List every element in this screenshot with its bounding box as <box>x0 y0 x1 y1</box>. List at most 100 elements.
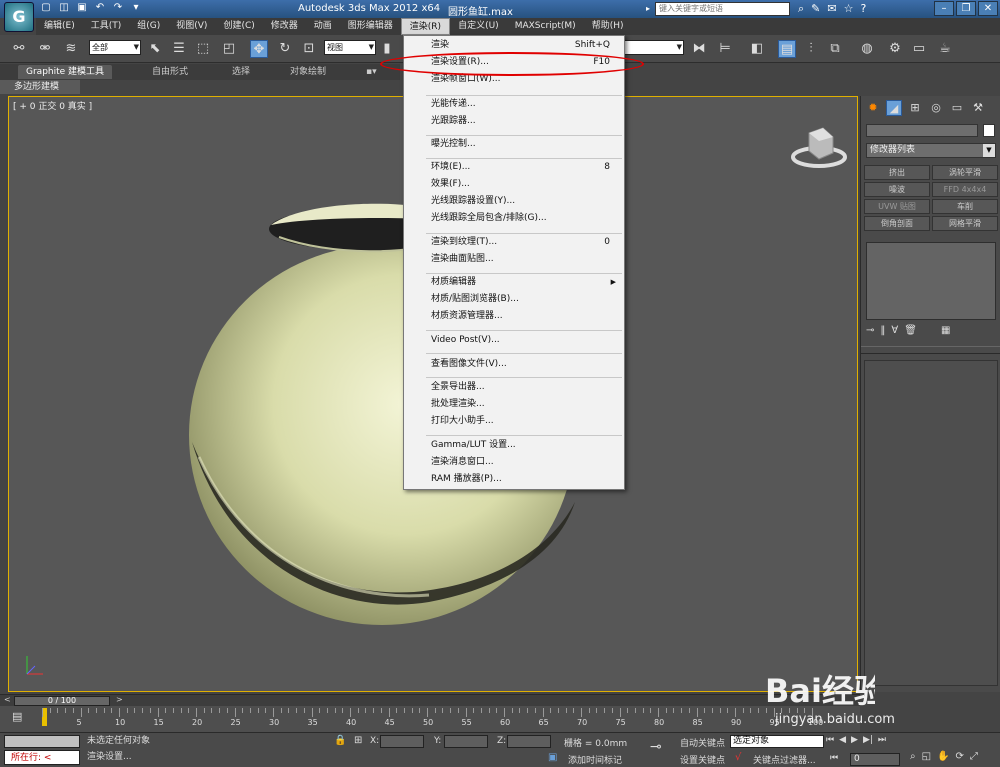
turbosmooth-button[interactable]: 涡轮平滑 <box>932 165 998 180</box>
z-coord-input[interactable] <box>507 735 551 748</box>
menu-item-material-browser[interactable]: 材质/贴图浏览器(B)... <box>404 291 624 308</box>
ribbon-options-icon[interactable]: ▪▾ <box>366 65 377 79</box>
viewcube[interactable] <box>789 125 849 175</box>
communication-icon[interactable]: ✉ <box>827 2 836 15</box>
menu-item-print-size-wizard[interactable]: 打印大小助手... <box>404 413 624 430</box>
minimize-button[interactable]: – <box>934 1 954 16</box>
y-coord-input[interactable] <box>444 735 488 748</box>
object-color-swatch[interactable] <box>983 124 995 137</box>
menu-customize[interactable]: 自定义(U) <box>450 18 507 35</box>
field-of-view-icon[interactable]: ◱ <box>922 751 931 762</box>
modifier-list-select[interactable]: 修改器列表 <box>866 143 996 158</box>
modifier-stack[interactable] <box>866 242 996 320</box>
pan-icon[interactable]: ✋ <box>937 751 949 762</box>
selection-filter-select[interactable]: 全部 <box>89 40 141 55</box>
menu-item-batch-render[interactable]: 批处理渲染... <box>404 396 624 413</box>
menu-group[interactable]: 组(G) <box>129 18 168 35</box>
search-arrow-icon[interactable]: ▸ <box>646 4 650 13</box>
menu-item-ram-player[interactable]: RAM 播放器(P)... <box>404 471 624 488</box>
orbit-icon[interactable]: ⟳ <box>956 751 964 762</box>
ffd-button[interactable]: FFD 4x4x4 <box>932 182 998 197</box>
help-icon[interactable]: ? <box>860 2 866 15</box>
menu-item-effects[interactable]: 效果(F)... <box>404 176 624 193</box>
menu-item-gamma-lut[interactable]: Gamma/LUT 设置... <box>404 437 624 454</box>
tab-graphite-modeling[interactable]: Graphite 建模工具 <box>18 65 113 79</box>
menu-create[interactable]: 创建(C) <box>215 18 262 35</box>
mirror-icon[interactable]: ⧓ <box>690 40 708 58</box>
reference-coord-select[interactable]: 视图 <box>324 40 376 55</box>
zoom-icon[interactable]: ⌕ <box>910 751 916 762</box>
named-selection-select[interactable] <box>622 40 684 55</box>
material-editor-icon[interactable]: ◍ <box>858 40 876 58</box>
menu-item-light-tracer[interactable]: 光跟踪器... <box>404 113 624 130</box>
menu-animation[interactable]: 动画 <box>306 18 340 35</box>
menu-graph-editors[interactable]: 图形编辑器 <box>340 18 401 35</box>
render-frame-icon[interactable]: ▭ <box>910 40 928 58</box>
tab-freeform[interactable]: 自由形式 <box>152 65 188 79</box>
timeline-ruler[interactable]: 5 10 15 20 25 30 35 40 45 50 55 60 65 70 75 80 85 90 95 100 <box>42 706 832 732</box>
maximize-viewport-icon[interactable]: ⤢ <box>970 751 978 762</box>
menu-item-render-message-window[interactable]: 渲染消息窗口... <box>404 454 624 471</box>
open-file-icon[interactable]: ◫ <box>58 2 70 14</box>
menu-item-render-to-texture[interactable]: 渲染到纹理(T)... 0 <box>404 234 624 251</box>
menu-item-radiosity[interactable]: 光能传递... <box>404 96 624 113</box>
time-slider-thumb[interactable]: 0 / 100 <box>14 696 110 706</box>
app-logo[interactable]: G <box>4 2 34 32</box>
key-filters-icon[interactable]: √ <box>735 752 741 763</box>
redo-icon[interactable]: ↷ <box>112 2 124 14</box>
pin-stack-icon[interactable]: ⊸ <box>866 325 874 336</box>
close-button[interactable]: ✕ <box>978 1 998 16</box>
menu-item-render-surface-map[interactable]: 渲染曲面贴图... <box>404 251 624 268</box>
rectangular-selection-icon[interactable]: ⬚ <box>194 40 212 58</box>
parameters-rollout[interactable] <box>864 360 998 686</box>
menu-item-video-post[interactable]: Video Post(V)... <box>404 332 624 349</box>
set-key-button[interactable]: 设置关键点 <box>680 753 725 766</box>
current-frame-input[interactable]: 0 <box>850 753 900 766</box>
rotate-icon[interactable]: ↻ <box>276 40 294 58</box>
pivot-icon[interactable]: ▮ <box>378 40 396 58</box>
menu-rendering[interactable]: 渲染(R) <box>400 18 451 35</box>
restore-button[interactable]: ❐ <box>956 1 976 16</box>
schematic-view-icon[interactable]: ⧉ <box>826 40 844 58</box>
undo-icon[interactable]: ↶ <box>94 2 106 14</box>
menu-help[interactable]: 帮助(H) <box>584 18 632 35</box>
add-time-tag[interactable]: 添加时间标记 <box>568 753 622 766</box>
tab-selection[interactable]: 选择 <box>232 65 250 79</box>
time-slider[interactable]: < 0 / 100 > <box>0 694 860 706</box>
dropdown-arrow-icon[interactable]: ▾ <box>130 2 142 14</box>
lathe-button[interactable]: 车削 <box>932 199 998 214</box>
menu-item-material-explorer[interactable]: 材质资源管理器... <box>404 308 624 325</box>
select-by-name-icon[interactable]: ☰ <box>170 40 188 58</box>
set-key-icon[interactable]: ⊸ <box>650 739 662 755</box>
menu-item-exposure-control[interactable]: 曝光控制... <box>404 136 624 153</box>
mini-curve-editor-icon[interactable]: ▤ <box>12 710 22 723</box>
auto-key-button[interactable]: 自动关键点 <box>680 736 725 749</box>
noise-button[interactable]: 噪波 <box>864 182 930 197</box>
menu-tools[interactable]: 工具(T) <box>83 18 130 35</box>
modify-tab-icon[interactable]: ◢ <box>886 100 902 116</box>
motion-tab-icon[interactable]: ◎ <box>928 100 944 116</box>
star-icon[interactable]: ☆ <box>844 2 854 15</box>
extrude-button[interactable]: 挤出 <box>864 165 930 180</box>
hierarchy-tab-icon[interactable]: ⊞ <box>907 100 923 116</box>
maxscript-mini-input[interactable]: 所在行: < <box>4 750 80 765</box>
polygon-modeling-panel[interactable]: 多边形建模 <box>0 80 80 94</box>
menu-item-view-image-file[interactable]: 查看图像文件(V)... <box>404 356 624 373</box>
menu-item-raytracer-settings[interactable]: 光线跟踪器设置(Y)... <box>404 193 624 210</box>
object-name-field[interactable] <box>866 124 978 137</box>
scale-icon[interactable]: ⊡ <box>300 40 318 58</box>
menu-item-raytrace-include-exclude[interactable]: 光线跟踪全局包含/排除(G)... <box>404 210 624 227</box>
remove-modifier-icon[interactable]: 🗑 <box>904 325 917 336</box>
prev-frame-icon[interactable]: < <box>4 695 11 704</box>
key-mode-icon[interactable]: ⏮ <box>830 753 838 763</box>
tab-object-paint[interactable]: 对象绘制 <box>290 65 326 79</box>
menu-maxscript[interactable]: MAXScript(M) <box>507 18 584 35</box>
absolute-mode-icon[interactable]: ⊞ <box>354 735 362 746</box>
display-tab-icon[interactable]: ▭ <box>949 100 965 116</box>
layer-manager-icon[interactable]: ◧ <box>748 40 766 58</box>
make-unique-icon[interactable]: ∀ <box>891 325 898 336</box>
configure-sets-icon[interactable]: ▦ <box>941 325 950 336</box>
next-frame-icon[interactable]: > <box>116 695 123 704</box>
key-filters-button[interactable]: 关键点过滤器... <box>753 753 816 766</box>
new-file-icon[interactable]: ▢ <box>40 2 52 14</box>
